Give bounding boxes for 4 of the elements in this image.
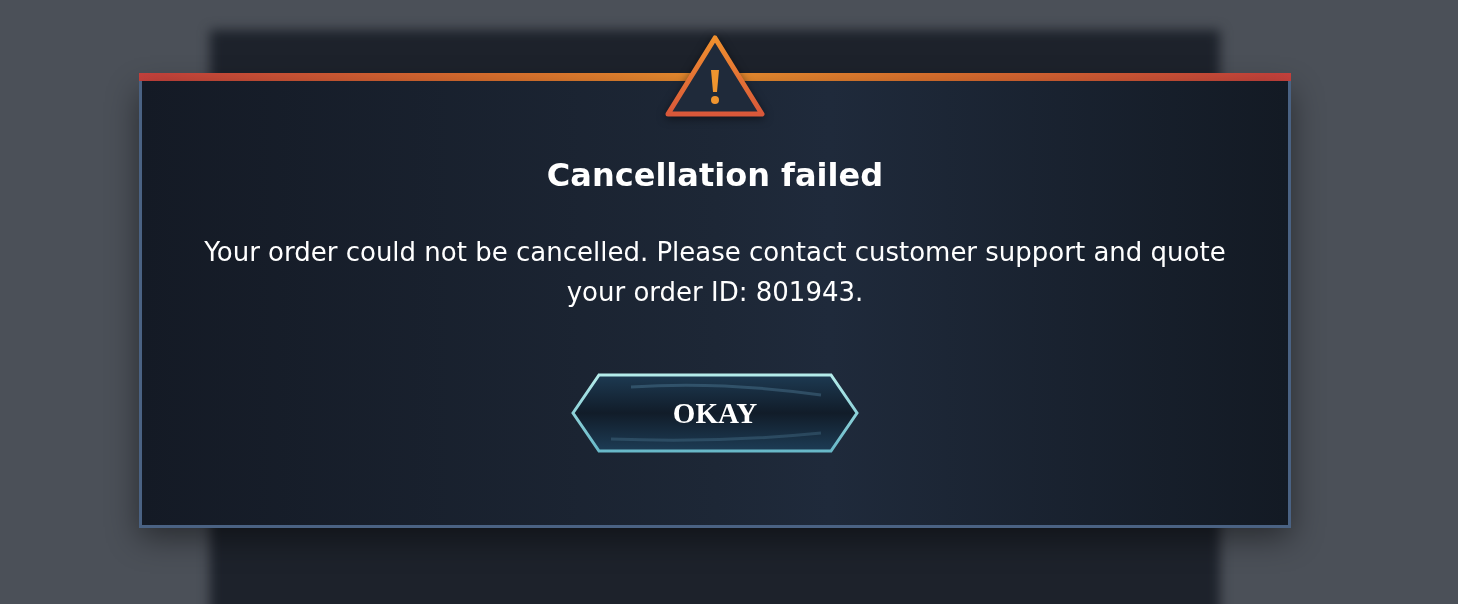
warning-icon [664, 34, 766, 118]
okay-button[interactable]: OKAY [571, 373, 859, 453]
dialog-message: Your order could not be cancelled. Please contact customer support and quote your order ID: 801943. [203, 236, 1227, 309]
dialog-title: Cancellation failed [546, 155, 884, 195]
